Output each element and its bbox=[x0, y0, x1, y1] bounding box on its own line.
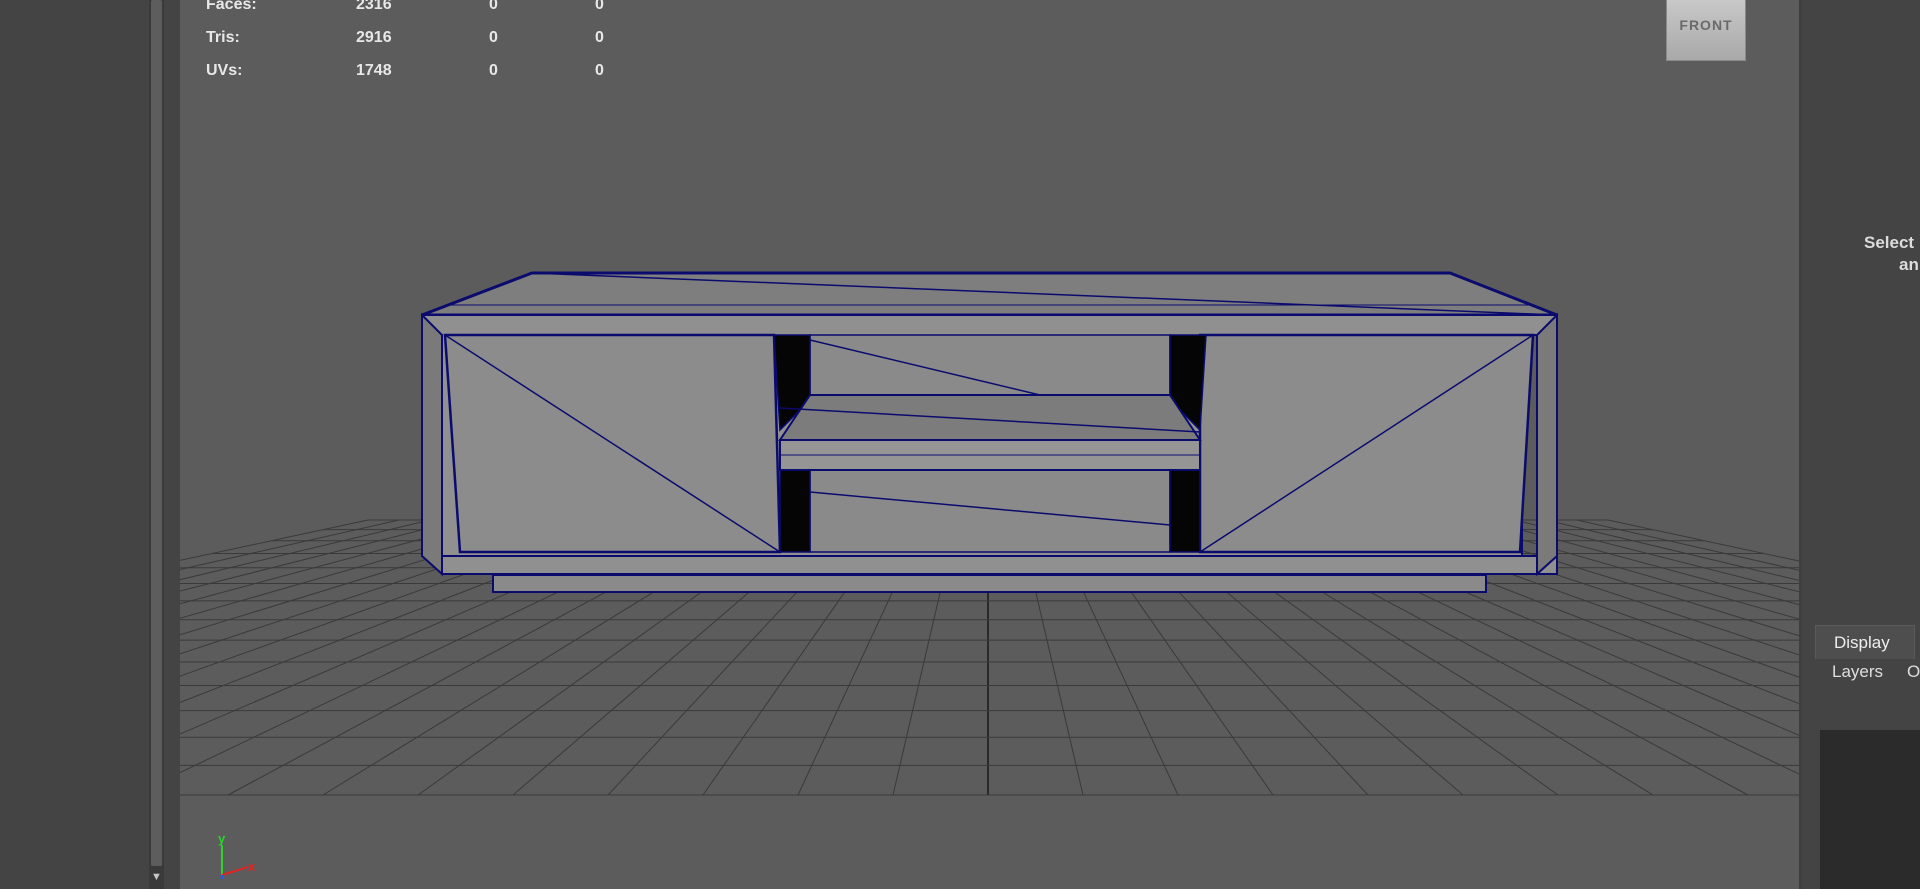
left-scrollbar-thumb[interactable] bbox=[151, 0, 162, 866]
left-panel bbox=[0, 0, 148, 889]
menu-layers[interactable]: Layers bbox=[1832, 662, 1883, 681]
layer-editor-tabs: Display bbox=[1815, 625, 1920, 660]
triangle-down-icon[interactable]: ▼ bbox=[149, 870, 164, 885]
attribute-hint-text: Select an bbox=[1864, 232, 1919, 276]
axis-x-label: x bbox=[248, 859, 256, 874]
hud-value-components: 0 bbox=[595, 62, 604, 79]
axis-y-label: y bbox=[218, 831, 226, 846]
hud-value-components: 0 bbox=[595, 0, 604, 13]
hud-label: Tris: bbox=[206, 29, 240, 46]
hud-value-selected: 0 bbox=[489, 0, 498, 13]
axis-gizmo-icon: y x bbox=[218, 831, 256, 879]
hint-line: an bbox=[1899, 255, 1919, 274]
left-side bbox=[421, 312, 443, 577]
layer-list[interactable] bbox=[1820, 730, 1920, 889]
grid-line bbox=[1576, 519, 1799, 571]
tab-display[interactable]: Display bbox=[1815, 625, 1915, 659]
hud-value-selected: 0 bbox=[489, 62, 498, 79]
hud-label: Faces: bbox=[206, 0, 257, 13]
hud-value-components: 0 bbox=[595, 29, 604, 46]
hud-value-selected: 0 bbox=[489, 29, 498, 46]
plinth-face bbox=[492, 574, 1487, 593]
maya-window: ▼ y x Faces: 2316 0 0 Tris: 2916 0 0 UVs… bbox=[0, 0, 1920, 889]
menu-options[interactable]: O bbox=[1907, 662, 1920, 681]
scene-canvas[interactable]: y x bbox=[180, 0, 1799, 889]
right-side bbox=[1536, 312, 1558, 577]
hud-value-object: 1748 bbox=[356, 62, 392, 79]
hud-label: UVs: bbox=[206, 62, 243, 79]
middle-left-inner-side-lower bbox=[779, 469, 811, 553]
hud-value-object: 2916 bbox=[356, 29, 392, 46]
middle-right-inner-side-lower bbox=[1169, 469, 1201, 553]
hint-line: Select bbox=[1864, 233, 1915, 252]
viewcube-front[interactable]: FRONT bbox=[1666, 0, 1746, 61]
tv-cabinet-mesh[interactable] bbox=[421, 271, 1558, 593]
shelf-top bbox=[778, 394, 1202, 441]
perspective-viewport[interactable]: y x Faces: 2316 0 0 Tris: 2916 0 0 UVs: … bbox=[180, 0, 1799, 889]
grid-line bbox=[180, 519, 400, 571]
hud-value-object: 2316 bbox=[356, 0, 392, 13]
layer-editor-menubar: Layers O bbox=[1832, 660, 1920, 684]
